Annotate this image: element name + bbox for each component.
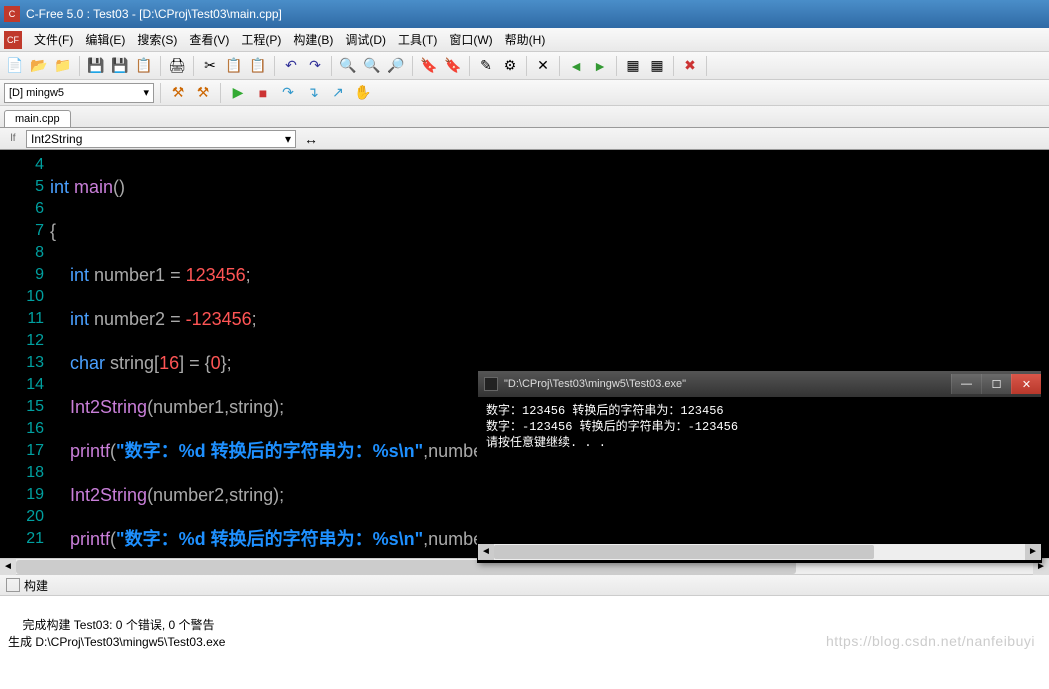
step-over-icon[interactable]: ↷ xyxy=(277,82,299,104)
console-scroll-thumb[interactable] xyxy=(494,545,874,559)
settings-icon[interactable]: ⚙ xyxy=(499,55,521,77)
menu-debug[interactable]: 调试(D) xyxy=(339,29,392,50)
rebuild-icon[interactable]: ⚒ xyxy=(192,82,214,104)
run-icon[interactable]: ▶ xyxy=(227,82,249,104)
menu-build[interactable]: 构建(B) xyxy=(287,29,339,50)
grid2-icon[interactable]: ▦ xyxy=(646,55,668,77)
toolbar-build: [D] mingw5▾ ⚒ ⚒ ▶ ■ ↷ ↴ ↗ ✋ xyxy=(0,80,1049,106)
tab-main-cpp[interactable]: main.cpp xyxy=(4,110,71,127)
output-tabbar: 构建 xyxy=(0,574,1049,596)
window-titlebar: C C-Free 5.0 : Test03 - [D:\CProj\Test03… xyxy=(0,0,1049,28)
cancel-icon[interactable]: ✖ xyxy=(679,55,701,77)
console-icon xyxy=(484,377,498,391)
bookmark-next-icon[interactable]: 🔖 xyxy=(442,55,464,77)
menu-file[interactable]: 文件(F) xyxy=(28,29,79,50)
undo-icon[interactable]: ↶ xyxy=(280,55,302,77)
build-tab[interactable]: 构建 xyxy=(24,577,48,594)
toolbar-main: 📄 📂 📁 💾 💾 📋 🖨 ✂ 📋 📋 ↶ ↷ 🔍 🔍 🔎 🔖 🔖 ✎ ⚙ ✕ … xyxy=(0,52,1049,80)
save-icon[interactable]: 💾 xyxy=(85,55,107,77)
console-titlebar[interactable]: "D:\CProj\Test03\mingw5\Test03.exe" — ☐ … xyxy=(478,371,1041,397)
menu-window[interactable]: 窗口(W) xyxy=(443,29,498,50)
console-title: "D:\CProj\Test03\mingw5\Test03.exe" xyxy=(504,378,686,390)
window-title: C-Free 5.0 : Test03 - [D:\CProj\Test03\m… xyxy=(26,7,282,21)
step-out-icon[interactable]: ↗ xyxy=(327,82,349,104)
stop-icon[interactable]: ■ xyxy=(252,82,274,104)
menu-project[interactable]: 工程(P) xyxy=(235,29,287,50)
replace-icon[interactable]: 🔎 xyxy=(385,55,407,77)
find-in-files-icon[interactable]: 🔍 xyxy=(361,55,383,77)
toggle-icon[interactable]: ✕ xyxy=(532,55,554,77)
paste-icon[interactable]: 📋 xyxy=(247,55,269,77)
new-file-icon[interactable]: 📄 xyxy=(4,55,26,77)
console-scroll-left-icon[interactable]: ◄ xyxy=(478,544,494,560)
compiler-select[interactable]: [D] mingw5▾ xyxy=(4,83,154,103)
scroll-left-icon[interactable]: ◄ xyxy=(0,559,16,575)
redo-icon[interactable]: ↷ xyxy=(304,55,326,77)
nav-arrows-icon[interactable]: ↔ xyxy=(300,128,322,150)
console-window[interactable]: "D:\CProj\Test03\mingw5\Test03.exe" — ☐ … xyxy=(477,370,1042,563)
editor-tabbar: main.cpp xyxy=(0,106,1049,128)
nav-fwd-icon[interactable]: ► xyxy=(589,55,611,77)
menubar-logo: CF xyxy=(4,31,22,49)
build-tab-icon xyxy=(6,578,20,592)
open-project-icon[interactable]: 📁 xyxy=(52,55,74,77)
minimize-button[interactable]: — xyxy=(951,374,981,394)
maximize-button[interactable]: ☐ xyxy=(981,374,1011,394)
function-navbar: lf Int2String▾ ↔ xyxy=(0,128,1049,150)
app-icon: C xyxy=(4,6,20,22)
cut-icon[interactable]: ✂ xyxy=(199,55,221,77)
console-hscrollbar[interactable]: ◄ ► xyxy=(478,544,1041,560)
console-output: 数字：123456 转换后的字符串为：123456 数字：-123456 转换后… xyxy=(478,397,1041,544)
close-file-icon[interactable]: 📋 xyxy=(133,55,155,77)
close-button[interactable]: ✕ xyxy=(1011,374,1041,394)
copy-icon[interactable]: 📋 xyxy=(223,55,245,77)
menubar: CF 文件(F) 编辑(E) 搜索(S) 查看(V) 工程(P) 构建(B) 调… xyxy=(0,28,1049,52)
func-prefix-icon: lf xyxy=(6,132,20,146)
save-all-icon[interactable]: 💾 xyxy=(109,55,131,77)
grid1-icon[interactable]: ▦ xyxy=(622,55,644,77)
line-number-gutter: 456 789 101112 131415 161718 192021 xyxy=(0,150,50,558)
hand-icon[interactable]: ✋ xyxy=(352,82,374,104)
console-scroll-right-icon[interactable]: ► xyxy=(1025,544,1041,560)
menu-help[interactable]: 帮助(H) xyxy=(499,29,552,50)
step-into-icon[interactable]: ↴ xyxy=(302,82,324,104)
menu-tools[interactable]: 工具(T) xyxy=(392,29,443,50)
menu-view[interactable]: 查看(V) xyxy=(183,29,235,50)
function-select[interactable]: Int2String▾ xyxy=(26,130,296,148)
build-icon[interactable]: ⚒ xyxy=(167,82,189,104)
find-icon[interactable]: 🔍 xyxy=(337,55,359,77)
wand-icon[interactable]: ✎ xyxy=(475,55,497,77)
build-output[interactable]: 完成构建 Test03: 0 个错误, 0 个警告 生成 D:\CProj\Te… xyxy=(0,596,1049,651)
open-file-icon[interactable]: 📂 xyxy=(28,55,50,77)
nav-back-icon[interactable]: ◄ xyxy=(565,55,587,77)
watermark: https://blog.csdn.net/nanfeibuyi xyxy=(826,633,1035,649)
print-icon[interactable]: 🖨 xyxy=(166,55,188,77)
menu-search[interactable]: 搜索(S) xyxy=(131,29,183,50)
bookmark-icon[interactable]: 🔖 xyxy=(418,55,440,77)
menu-edit[interactable]: 编辑(E) xyxy=(79,29,131,50)
